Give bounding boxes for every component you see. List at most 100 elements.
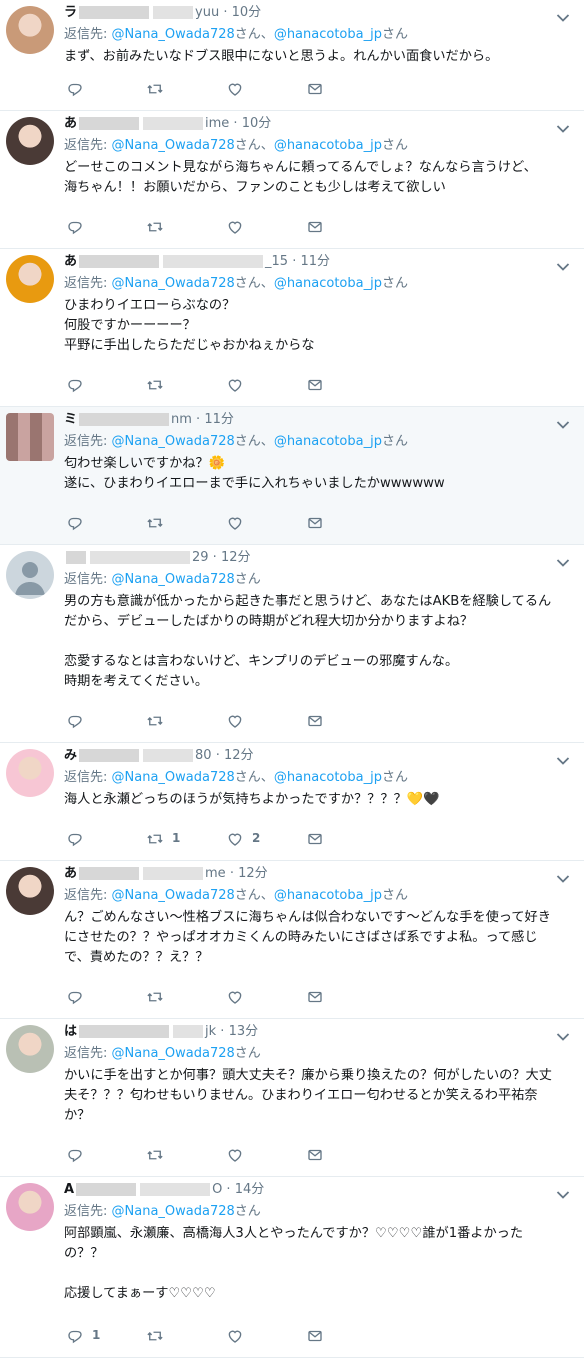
dm-button[interactable] — [306, 80, 324, 100]
timestamp[interactable]: 10分 — [232, 5, 262, 20]
dm-button[interactable] — [306, 1327, 324, 1347]
tweet[interactable]: あ me · 12分 返信先: @Nana_Owada728さん、@hanacoto… — [0, 861, 584, 1019]
chevron-down-icon[interactable] — [556, 553, 570, 567]
timestamp[interactable]: 11分 — [300, 254, 330, 269]
user-name[interactable]: A — [64, 1182, 74, 1197]
avatar[interactable] — [6, 413, 54, 461]
mention-link[interactable]: @Nana_Owada728 — [112, 888, 235, 903]
reply-button[interactable] — [66, 218, 84, 238]
reply-to-line: 返信先: @Nana_Owada728さん、@hanacotoba_jpさん — [64, 887, 556, 905]
mention-link[interactable]: @hanacotoba_jp — [274, 434, 382, 449]
like-button[interactable] — [226, 1327, 244, 1347]
dm-button[interactable] — [306, 712, 324, 732]
user-name[interactable]: あ — [64, 116, 77, 131]
mention-link[interactable]: @hanacotoba_jp — [274, 888, 382, 903]
dm-button[interactable] — [306, 830, 324, 850]
user-handle: _15 — [265, 254, 289, 269]
chevron-down-icon[interactable] — [556, 869, 570, 883]
reply-button[interactable] — [66, 514, 84, 534]
like-button[interactable] — [226, 712, 244, 732]
timestamp[interactable]: 12分 — [224, 748, 254, 763]
retweet-button[interactable] — [146, 988, 164, 1008]
retweet-button[interactable] — [146, 712, 164, 732]
like-icon — [226, 80, 244, 98]
chevron-down-icon[interactable] — [556, 8, 570, 22]
chevron-down-icon[interactable] — [556, 119, 570, 133]
avatar[interactable] — [6, 551, 54, 599]
user-name[interactable]: あ — [64, 254, 77, 269]
timestamp[interactable]: 12分 — [221, 550, 251, 565]
chevron-down-icon[interactable] — [556, 415, 570, 429]
dm-button[interactable] — [306, 376, 324, 396]
reply-button[interactable] — [66, 80, 84, 100]
retweet-button[interactable] — [146, 218, 164, 238]
tweet[interactable]: ラ yuu · 10分 返信先: @Nana_Owada728さん、@hanacot… — [0, 0, 584, 111]
timestamp[interactable]: 10分 — [242, 116, 272, 131]
like-button[interactable] — [226, 988, 244, 1008]
retweet-button[interactable] — [146, 376, 164, 396]
mention-link[interactable]: @Nana_Owada728 — [112, 1204, 235, 1219]
mention-link[interactable]: @hanacotoba_jp — [274, 770, 382, 785]
avatar[interactable] — [6, 117, 54, 165]
timestamp[interactable]: 14分 — [235, 1182, 265, 1197]
dm-button[interactable] — [306, 988, 324, 1008]
avatar[interactable] — [6, 867, 54, 915]
user-name[interactable]: あ — [64, 866, 77, 881]
user-name[interactable]: は — [64, 1024, 77, 1039]
retweet-button[interactable] — [146, 1327, 164, 1347]
chevron-down-icon[interactable] — [556, 1027, 570, 1041]
reply-button[interactable] — [66, 376, 84, 396]
chevron-down-icon[interactable] — [556, 1185, 570, 1199]
san-suffix: さん — [381, 276, 408, 291]
like-button[interactable] — [226, 514, 244, 534]
avatar[interactable] — [6, 255, 54, 303]
mention-link[interactable]: @Nana_Owada728 — [112, 770, 235, 785]
retweet-button[interactable] — [146, 1146, 164, 1166]
mention-link[interactable]: @Nana_Owada728 — [112, 138, 235, 153]
retweet-button[interactable] — [146, 80, 164, 100]
tweet[interactable]: 29 · 12分 返信先: @Nana_Owada728さん 男の方も意識が低かった… — [0, 545, 584, 743]
avatar[interactable] — [6, 1183, 54, 1231]
tweet[interactable]: AO · 14分 返信先: @Nana_Owada728さん 阿部顕嵐、永瀬廉、高橋… — [0, 1177, 584, 1358]
like-button[interactable] — [226, 376, 244, 396]
like-button[interactable] — [226, 218, 244, 238]
mention-link[interactable]: @hanacotoba_jp — [274, 27, 382, 42]
avatar[interactable] — [6, 6, 54, 54]
dm-icon — [306, 712, 324, 730]
timestamp[interactable]: 11分 — [204, 412, 234, 427]
timestamp[interactable]: 13分 — [229, 1024, 259, 1039]
tweet[interactable]: み 80 · 12分 返信先: @Nana_Owada728さん、@hanacoto… — [0, 743, 584, 861]
mention-link[interactable]: @hanacotoba_jp — [274, 138, 382, 153]
retweet-button[interactable] — [146, 514, 164, 534]
avatar[interactable] — [6, 749, 54, 797]
like-button[interactable] — [226, 1146, 244, 1166]
user-name[interactable]: ミ — [64, 412, 77, 427]
reply-button[interactable] — [66, 830, 84, 850]
chevron-down-icon[interactable] — [556, 257, 570, 271]
mention-link[interactable]: @Nana_Owada728 — [112, 27, 235, 42]
mention-link[interactable]: @Nana_Owada728 — [112, 572, 235, 587]
user-name[interactable]: み — [64, 748, 77, 763]
mention-link[interactable]: @Nana_Owada728 — [112, 434, 235, 449]
chevron-down-icon[interactable] — [556, 751, 570, 765]
mention-link[interactable]: @hanacotoba_jp — [274, 276, 382, 291]
tweet[interactable]: あ ime · 10分 返信先: @Nana_Owada728さん、@hanacot… — [0, 111, 584, 249]
retweet-button[interactable]: 1 — [146, 830, 180, 850]
dm-button[interactable] — [306, 1146, 324, 1166]
dm-button[interactable] — [306, 514, 324, 534]
tweet[interactable]: ミ nm · 11分 返信先: @Nana_Owada728さん、@hanacoto… — [0, 407, 584, 545]
dm-button[interactable] — [306, 218, 324, 238]
tweet[interactable]: は jk · 13分 返信先: @Nana_Owada728さん かいに手を出すとか何… — [0, 1019, 584, 1177]
reply-button[interactable] — [66, 712, 84, 732]
reply-button[interactable] — [66, 1146, 84, 1166]
tweet[interactable]: あ _15 · 11分 返信先: @Nana_Owada728さん、@hanacot… — [0, 249, 584, 407]
reply-button[interactable] — [66, 988, 84, 1008]
like-button[interactable]: 2 — [226, 830, 260, 850]
reply-button[interactable]: 1 — [66, 1327, 100, 1347]
mention-link[interactable]: @Nana_Owada728 — [112, 276, 235, 291]
mention-link[interactable]: @Nana_Owada728 — [112, 1046, 235, 1061]
timestamp[interactable]: 12分 — [238, 866, 268, 881]
like-button[interactable] — [226, 80, 244, 100]
user-name[interactable]: ラ — [64, 5, 77, 20]
avatar[interactable] — [6, 1025, 54, 1073]
